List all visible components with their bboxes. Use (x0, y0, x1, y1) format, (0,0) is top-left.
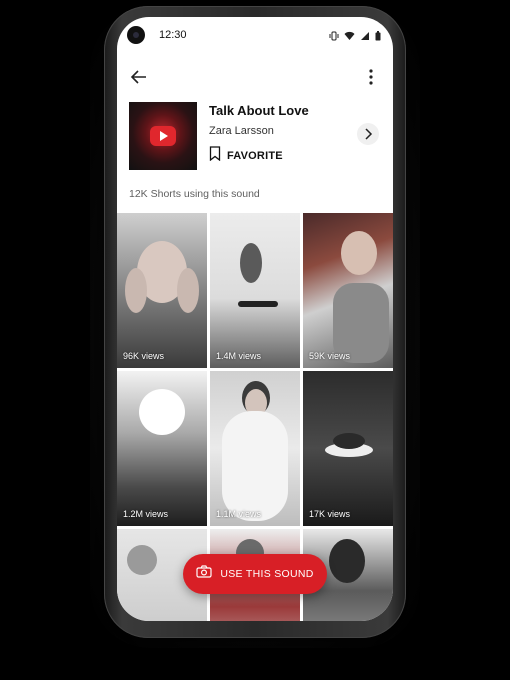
object-shape (127, 545, 157, 575)
status-icons (329, 28, 381, 46)
vibrate-icon (329, 28, 339, 46)
status-time: 12:30 (159, 29, 187, 41)
skateboard-shape (238, 301, 278, 307)
more-vert-icon[interactable] (359, 65, 383, 89)
short-views: 1.4M views (216, 351, 262, 361)
front-camera (127, 26, 145, 44)
camera-icon (196, 565, 212, 583)
short-views: 17K views (309, 509, 351, 519)
short-views: 59K views (309, 351, 351, 361)
skater-shape (240, 243, 262, 283)
short-thumbnail[interactable]: 96K views (117, 213, 207, 368)
short-views: 1.1M views (216, 509, 262, 519)
face-shape (341, 231, 377, 275)
sun-shape (139, 389, 185, 435)
short-thumbnail[interactable]: 17K views (303, 371, 393, 526)
status-bar: 12:30 (117, 17, 393, 53)
signal-icon (360, 28, 370, 46)
sound-artist[interactable]: Zara Larsson (209, 125, 274, 137)
wifi-icon (344, 28, 355, 46)
play-icon (150, 126, 176, 146)
app-bar (117, 57, 393, 97)
favorite-button[interactable]: FAVORITE (209, 146, 283, 166)
shorts-count: 12K Shorts using this sound (129, 188, 260, 200)
cake-shape (333, 433, 365, 449)
short-thumbnail[interactable]: 1.2M views (117, 371, 207, 526)
phone-screen: 12:30 Talk About Love Zara Larsson FAVOR… (117, 17, 393, 621)
sound-thumbnail[interactable] (129, 102, 197, 170)
use-this-sound-label: USE THIS SOUND (220, 568, 314, 580)
short-thumbnail[interactable]: 1.1M views (210, 371, 300, 526)
coat-shape (222, 411, 288, 521)
favorite-label: FAVORITE (227, 150, 283, 162)
short-views: 1.2M views (123, 509, 169, 519)
back-arrow-icon[interactable] (127, 65, 151, 89)
sound-title: Talk About Love (209, 103, 309, 118)
bookmark-icon (209, 146, 221, 166)
use-this-sound-button[interactable]: USE THIS SOUND (183, 554, 327, 594)
short-thumbnail[interactable]: 1.4M views (210, 213, 300, 368)
short-views: 96K views (123, 351, 165, 361)
battery-icon (375, 28, 381, 46)
chevron-right-icon[interactable] (357, 123, 379, 145)
hand-shape (125, 268, 147, 313)
face-shape (329, 539, 365, 583)
short-thumbnail[interactable]: 59K views (303, 213, 393, 368)
hand-shape (177, 268, 199, 313)
